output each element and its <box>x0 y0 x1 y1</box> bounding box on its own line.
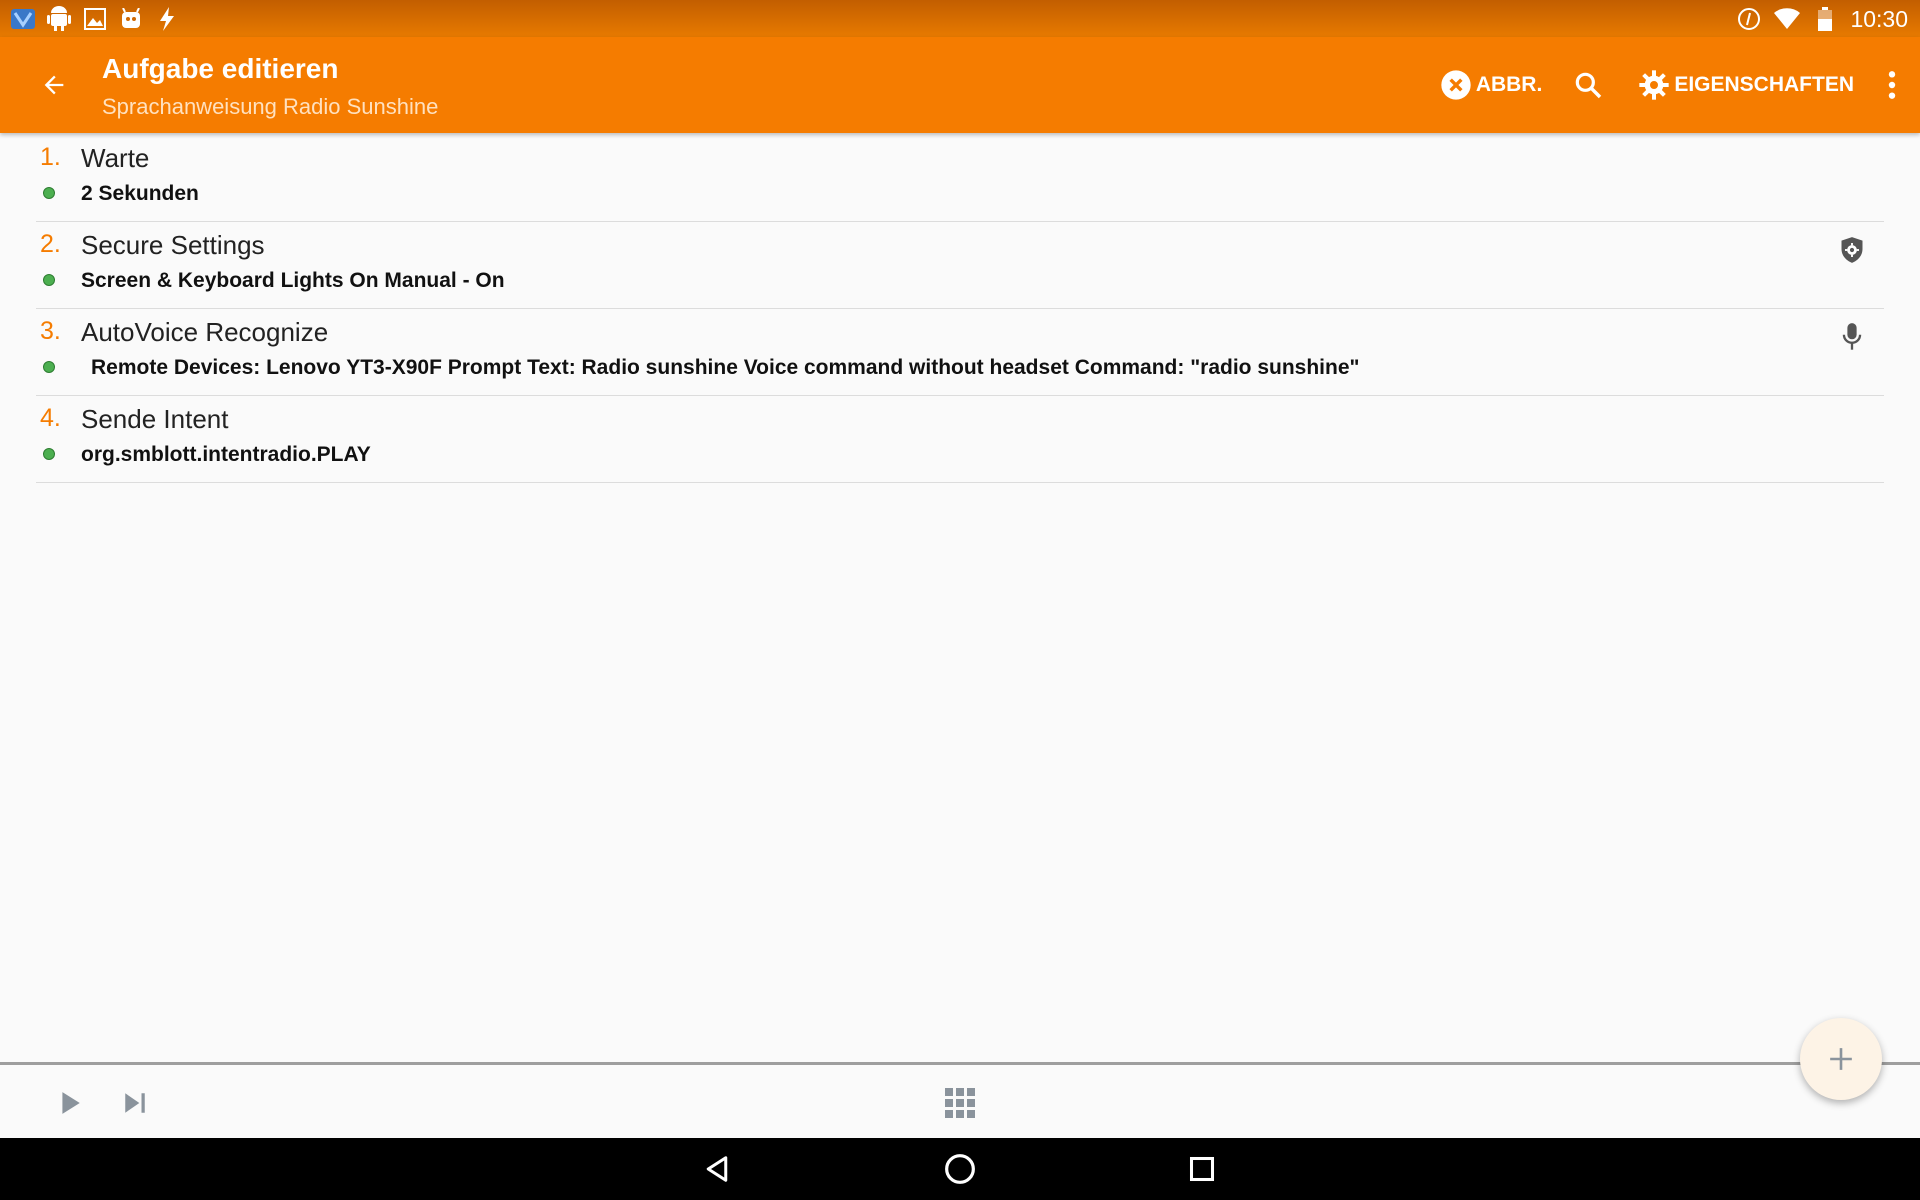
page-subtitle: Sprachanweisung Radio Sunshine <box>102 94 439 119</box>
action-name: Secure Settings <box>81 230 265 260</box>
nav-back-button[interactable] <box>694 1146 740 1192</box>
shield-gear-icon <box>1836 234 1868 266</box>
search-icon <box>1576 72 1602 99</box>
android-icon <box>46 5 72 32</box>
clock: 10:30 <box>1850 5 1908 32</box>
home-circle-icon <box>945 1154 975 1184</box>
grid-button[interactable] <box>940 1083 980 1123</box>
action-number: 4. <box>40 404 61 432</box>
nav-home-button[interactable] <box>937 1146 983 1192</box>
microphone-icon <box>1836 321 1868 353</box>
page-title: Aufgabe editieren <box>102 53 339 84</box>
android-face-icon <box>118 6 144 32</box>
action-item-3[interactable]: 3. AutoVoice Recognize Remote Devices: L… <box>36 309 1884 396</box>
action-item-4[interactable]: 4. Sende Intent org.smblott.intentradio.… <box>36 396 1884 483</box>
action-name: AutoVoice Recognize <box>81 317 329 347</box>
back-button[interactable] <box>30 61 78 109</box>
action-detail: Remote Devices: Lenovo YT3-X90F Prompt T… <box>91 356 1360 379</box>
action-item-2[interactable]: 2. Secure Settings Screen & Keyboard Lig… <box>36 222 1884 309</box>
plus-icon <box>1830 1048 1852 1070</box>
sync-icon <box>1736 6 1762 32</box>
gear-icon <box>1639 70 1669 100</box>
status-dot <box>43 187 55 199</box>
action-name: Warte <box>81 143 150 173</box>
back-triangle-icon <box>706 1156 728 1182</box>
wifi-icon <box>1774 6 1801 32</box>
action-number: 1. <box>40 143 61 171</box>
bottom-toolbar <box>0 1062 1920 1138</box>
more-vert-icon <box>1888 71 1896 99</box>
app-bar: Aufgabe editieren Sprachanweisung Radio … <box>0 37 1920 133</box>
status-dot <box>43 448 55 460</box>
nav-recents-button[interactable] <box>1179 1146 1225 1192</box>
properties-label: EIGENSCHAFTEN <box>1674 73 1854 96</box>
image-icon <box>82 6 108 32</box>
notification-icons <box>10 5 180 32</box>
toolbar-actions: ABBR. EIGENSCHAFTEN <box>1410 61 1904 109</box>
app-icon <box>10 6 36 32</box>
flash-icon <box>154 6 180 32</box>
cancel-label: ABBR. <box>1475 73 1543 96</box>
action-detail: 2 Sekunden <box>81 182 199 205</box>
action-number: 2. <box>40 230 61 258</box>
skip-next-icon <box>125 1093 145 1113</box>
overflow-menu-button[interactable] <box>1884 69 1904 101</box>
action-detail: Screen & Keyboard Lights On Manual - On <box>81 269 505 292</box>
status-dot <box>43 274 55 286</box>
cancel-button[interactable]: ABBR. <box>1440 69 1543 101</box>
system-icons: 10:30 <box>1736 4 1908 34</box>
status-bar: 10:30 <box>0 0 1920 37</box>
step-button[interactable] <box>115 1083 155 1123</box>
grid-icon <box>945 1088 975 1118</box>
properties-button[interactable]: EIGENSCHAFTEN <box>1638 69 1854 101</box>
action-name: Sende Intent <box>81 404 229 434</box>
arrow-left-icon <box>44 75 64 95</box>
action-detail: org.smblott.intentradio.PLAY <box>81 443 371 466</box>
action-number: 3. <box>40 317 61 345</box>
navigation-bar <box>0 1138 1920 1200</box>
play-button[interactable] <box>50 1083 90 1123</box>
close-circle-icon <box>1441 70 1471 100</box>
action-list: 1. Warte 2 Sekunden 2. Secure Settings S… <box>36 135 1884 483</box>
play-icon <box>62 1092 80 1114</box>
action-item-1[interactable]: 1. Warte 2 Sekunden <box>36 135 1884 222</box>
search-button[interactable] <box>1572 69 1608 101</box>
add-action-button[interactable] <box>1800 1018 1882 1100</box>
recents-square-icon <box>1189 1156 1215 1182</box>
status-dot <box>43 361 55 373</box>
battery-icon <box>1812 6 1838 32</box>
